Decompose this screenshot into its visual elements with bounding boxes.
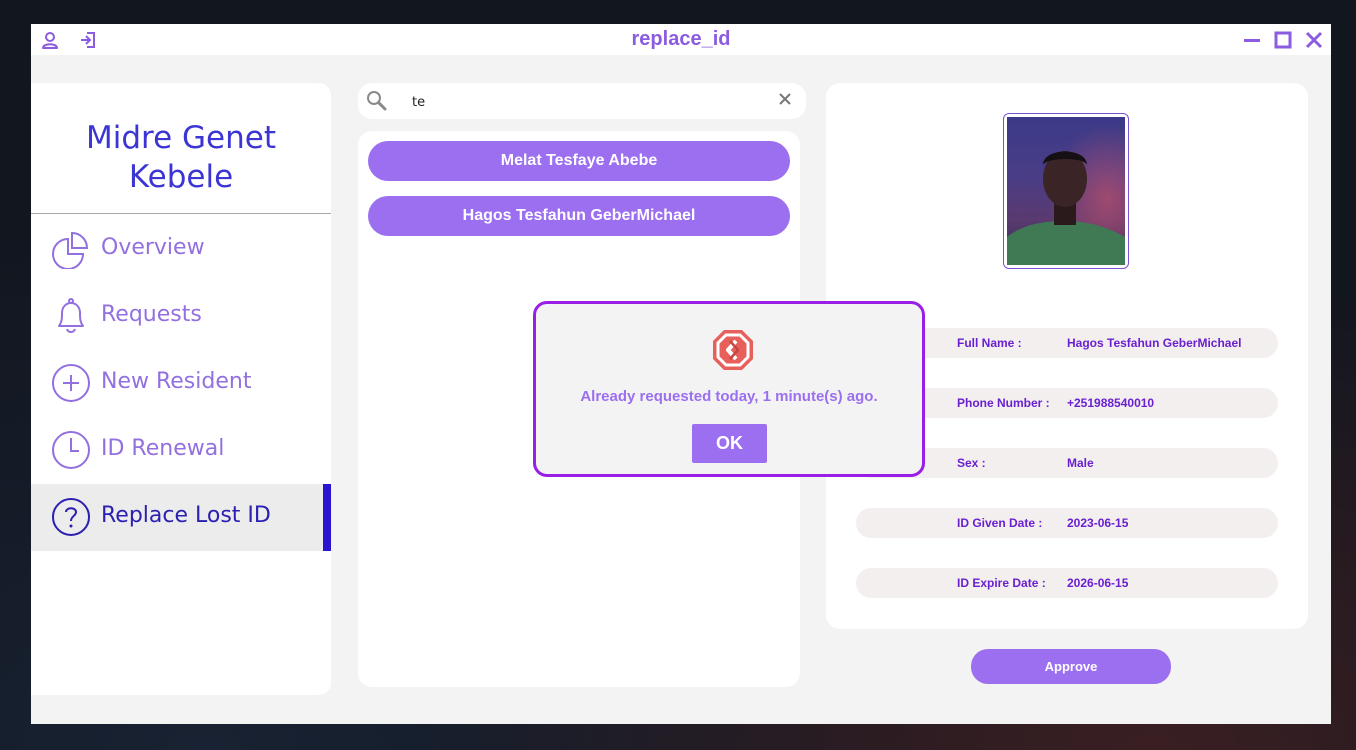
title-bar: replace_id bbox=[31, 24, 1331, 55]
app-window: replace_id Midre Genet Kebele Overview R… bbox=[31, 24, 1331, 724]
alert-dialog: Already requested today, 1 minute(s) ago… bbox=[533, 301, 925, 477]
resident-photo bbox=[1007, 117, 1125, 265]
sidebar-item-replace-lost-id[interactable]: Replace Lost ID bbox=[31, 484, 331, 551]
search-bar bbox=[358, 83, 806, 119]
sidebar-item-label: ID Renewal bbox=[101, 436, 225, 461]
active-indicator bbox=[323, 484, 331, 551]
field-value: 2023-06-15 bbox=[1067, 516, 1129, 530]
sidebar-item-label: Requests bbox=[101, 302, 202, 327]
result-item[interactable]: Hagos Tesfahun GeberMichael bbox=[368, 196, 790, 236]
sidebar: Midre Genet Kebele Overview Requests New… bbox=[31, 83, 331, 695]
resident-photo-frame bbox=[1003, 113, 1129, 269]
error-icon bbox=[713, 330, 753, 370]
result-item[interactable]: Melat Tesfaye Abebe bbox=[368, 141, 790, 181]
maximize-icon[interactable] bbox=[1272, 29, 1294, 51]
sidebar-item-label: Overview bbox=[101, 235, 205, 260]
sidebar-item-new-resident[interactable]: New Resident bbox=[31, 350, 331, 417]
bell-icon bbox=[58, 298, 84, 333]
pie-chart-icon bbox=[52, 231, 89, 269]
sidebar-item-requests[interactable]: Requests bbox=[31, 283, 331, 350]
sidebar-item-overview[interactable]: Overview bbox=[31, 216, 331, 283]
field-value: Male bbox=[1067, 456, 1094, 470]
sidebar-item-id-renewal[interactable]: ID Renewal bbox=[31, 417, 331, 484]
kebele-name: Midre Genet Kebele bbox=[86, 120, 276, 195]
close-icon[interactable] bbox=[1303, 29, 1325, 51]
dialog-message: Already requested today, 1 minute(s) ago… bbox=[580, 388, 878, 405]
clock-icon bbox=[52, 431, 90, 469]
field-label: ID Given Date : bbox=[957, 516, 1043, 530]
plus-circle-icon bbox=[52, 364, 90, 402]
search-icon bbox=[367, 91, 387, 111]
sidebar-divider bbox=[31, 213, 331, 214]
field-value: +251988540010 bbox=[1067, 396, 1155, 410]
field-label: Phone Number : bbox=[957, 396, 1050, 410]
minimize-icon[interactable] bbox=[1241, 29, 1263, 51]
approve-button[interactable]: Approve bbox=[971, 649, 1171, 684]
search-input[interactable] bbox=[410, 89, 774, 115]
clear-icon[interactable] bbox=[778, 92, 792, 106]
field-label: ID Expire Date : bbox=[957, 576, 1046, 590]
sidebar-item-label: Replace Lost ID bbox=[101, 503, 271, 528]
field-id-given-date: ID Given Date : 2023-06-15 bbox=[856, 508, 1278, 538]
window-title: replace_id bbox=[631, 28, 731, 50]
sidebar-item-label: New Resident bbox=[101, 369, 252, 394]
field-label: Sex : bbox=[957, 456, 986, 470]
field-value: Hagos Tesfahun GeberMichael bbox=[1067, 336, 1242, 350]
field-id-expire-date: ID Expire Date : 2026-06-15 bbox=[856, 568, 1278, 598]
help-circle-icon bbox=[52, 498, 90, 536]
field-value: 2026-06-15 bbox=[1067, 576, 1129, 590]
field-label: Full Name : bbox=[957, 336, 1022, 350]
ok-button[interactable]: OK bbox=[692, 424, 767, 463]
